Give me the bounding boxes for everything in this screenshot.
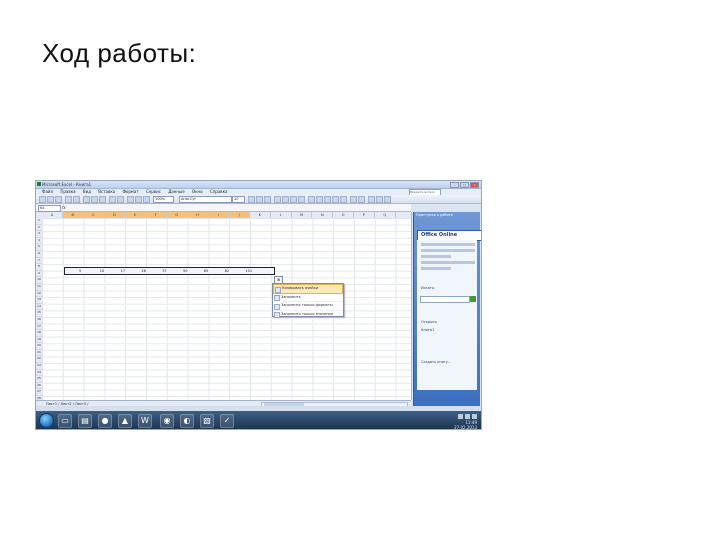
clock-date: 27.02.2013 xyxy=(454,425,477,430)
cell-value[interactable]: 10 xyxy=(100,268,104,274)
browser-icon[interactable]: ◉ xyxy=(160,414,174,428)
task-pane: Приступая к работе Office Online Искать:… xyxy=(413,212,481,406)
fill-icon xyxy=(274,295,280,301)
cell-value[interactable]: 101 xyxy=(245,268,252,274)
sort-icon[interactable] xyxy=(135,196,142,203)
comma-icon[interactable] xyxy=(324,196,331,203)
cell-value[interactable]: 37 xyxy=(162,268,166,274)
system-tray: 11:49 27.02.2013 xyxy=(454,414,477,430)
autofill-options-menu: Копировать ячейки Заполнить Заполнить то… xyxy=(272,283,344,319)
excel-logo-icon xyxy=(37,182,41,186)
percent-icon[interactable] xyxy=(316,196,323,203)
underline-icon[interactable] xyxy=(264,196,271,203)
font-color-icon[interactable] xyxy=(384,196,391,203)
cell-value[interactable]: 17 xyxy=(121,268,125,274)
windows-taskbar: ▭ ▤ ● ▲ W ◉ ◐ ▧ ✓ 11:49 27.02.2013 xyxy=(36,411,481,429)
font-select[interactable]: Arial Cyr xyxy=(179,196,232,203)
app-icon[interactable]: ▲ xyxy=(118,414,132,428)
formula-bar: K4 fx xyxy=(36,204,411,212)
text-line xyxy=(421,255,451,258)
sum-icon[interactable] xyxy=(127,196,134,203)
excel-screenshot: Microsoft Excel - Книга1 – □ × Файл Правка… xyxy=(35,180,482,430)
text-line xyxy=(421,249,475,252)
task-pane-body: Искать: Открыть Книга1 Создать книгу... xyxy=(417,240,477,390)
explorer-icon[interactable]: ▭ xyxy=(58,414,72,428)
currency-icon[interactable] xyxy=(308,196,315,203)
window-title: Microsoft Excel - Книга1 xyxy=(42,182,92,187)
menu-item-fill-values[interactable]: Заполнить только значения xyxy=(273,311,343,319)
word-icon[interactable]: W xyxy=(138,414,152,428)
menu-item-fill[interactable]: Заполнить xyxy=(273,294,343,302)
text-line xyxy=(421,267,451,270)
indent-icon[interactable] xyxy=(350,196,357,203)
decrease-decimal-icon[interactable] xyxy=(340,196,347,203)
borders-icon[interactable] xyxy=(368,196,375,203)
close-button[interactable]: × xyxy=(470,182,479,188)
cell-value[interactable]: 5 xyxy=(79,268,81,274)
excel-taskbar-icon[interactable]: ✓ xyxy=(220,414,234,428)
menu-item-copy-cells[interactable]: Копировать ячейки xyxy=(273,284,343,294)
values-icon xyxy=(274,312,280,318)
standard-toolbar: 100% Arial Cyr 10 xyxy=(36,195,481,204)
menu-item-fill-formats[interactable]: Заполнить только форматы xyxy=(273,302,343,311)
increase-decimal-icon[interactable] xyxy=(332,196,339,203)
open-icon[interactable] xyxy=(47,196,54,203)
cell-value[interactable]: 26 xyxy=(141,268,145,274)
minimize-button[interactable]: – xyxy=(450,182,459,188)
start-button[interactable] xyxy=(39,413,54,428)
link-book1[interactable]: Книга1 xyxy=(421,328,434,332)
search-go-icon[interactable] xyxy=(470,296,476,302)
redo-icon[interactable] xyxy=(117,196,124,203)
align-center-icon[interactable] xyxy=(282,196,289,203)
worksheet-grid[interactable]: ABCDEFGHIJKLMNOPQ 1 2 3 4 5 6 7 8 9 10 11 12 13 14 15 1… xyxy=(36,212,412,400)
font-size-select[interactable]: 10 xyxy=(232,196,245,203)
cell-value[interactable]: 50 xyxy=(183,268,187,274)
firefox-icon[interactable]: ◐ xyxy=(180,414,194,428)
save-icon[interactable] xyxy=(55,196,62,203)
text-line xyxy=(421,261,475,264)
cell-value[interactable]: 65 xyxy=(204,268,208,274)
window-titlebar: Microsoft Excel - Книга1 – □ × xyxy=(36,181,481,189)
bold-icon[interactable] xyxy=(248,196,255,203)
paste-icon[interactable] xyxy=(99,196,106,203)
task-pane-header[interactable]: Приступая к работе xyxy=(416,212,478,218)
cell-area[interactable] xyxy=(42,218,411,400)
media-icon[interactable]: ● xyxy=(98,414,112,428)
selected-data-range[interactable]: 5 10 17 26 37 50 65 82 101 xyxy=(64,267,275,275)
link-create-book[interactable]: Создать книгу... xyxy=(421,360,451,364)
align-right-icon[interactable] xyxy=(290,196,297,203)
print-icon[interactable] xyxy=(65,196,72,203)
paint-icon[interactable]: ▧ xyxy=(200,414,214,428)
cut-icon[interactable] xyxy=(83,196,90,203)
task-pane-search-input[interactable] xyxy=(420,296,470,303)
new-icon[interactable] xyxy=(39,196,46,203)
merge-icon[interactable] xyxy=(298,196,305,203)
fill-color-icon[interactable] xyxy=(376,196,383,203)
slide-title: Ход работы: xyxy=(42,38,197,68)
link-open[interactable]: Открыть xyxy=(421,320,437,324)
text-line xyxy=(421,243,475,246)
search-label: Искать: xyxy=(421,286,436,290)
format-icon xyxy=(274,303,280,310)
name-box[interactable]: K4 xyxy=(38,205,61,212)
window-controls: – □ × xyxy=(449,182,479,188)
undo-icon[interactable] xyxy=(109,196,116,203)
copy-icon xyxy=(275,286,281,293)
align-left-icon[interactable] xyxy=(274,196,281,203)
copy-icon[interactable] xyxy=(91,196,98,203)
italic-icon[interactable] xyxy=(256,196,263,203)
preview-icon[interactable] xyxy=(73,196,80,203)
outdent-icon[interactable] xyxy=(358,196,365,203)
folder-icon[interactable]: ▤ xyxy=(78,414,92,428)
fx-icon[interactable]: fx xyxy=(62,205,66,210)
chart-icon[interactable] xyxy=(143,196,150,203)
zoom-select[interactable]: 100% xyxy=(153,196,174,203)
maximize-button[interactable]: □ xyxy=(460,182,469,188)
cell-value[interactable]: 82 xyxy=(225,268,229,274)
